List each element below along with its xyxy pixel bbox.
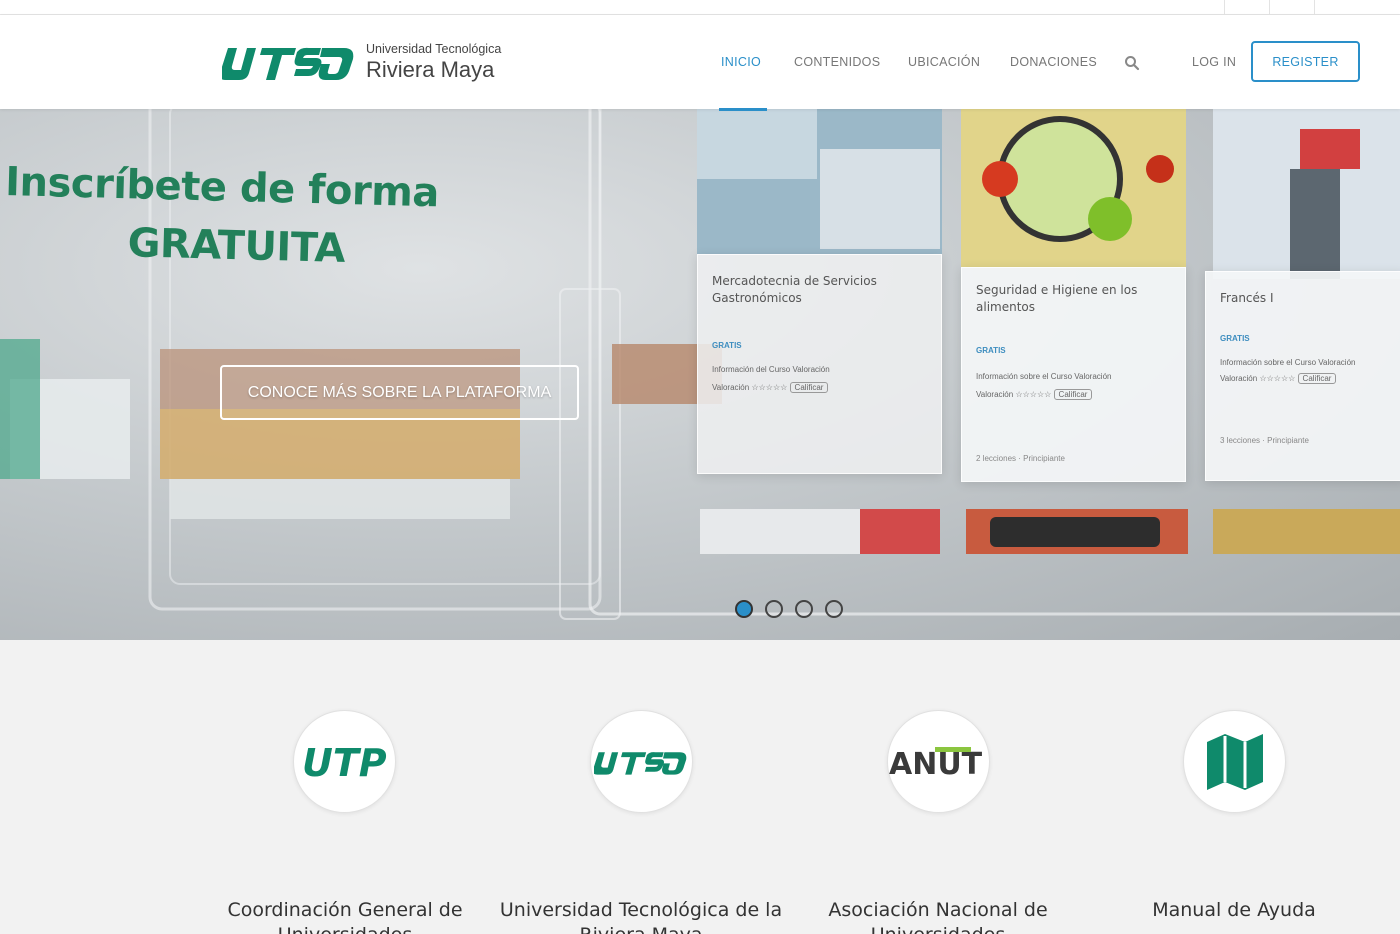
course-card-rating-label: Valoración [712, 383, 750, 392]
course-card-info: Información del Curso Valoración [712, 365, 830, 374]
course-card-info: Información sobre el Curso Valoración [1220, 358, 1356, 367]
course-card-rating-label: Valoración [1220, 374, 1258, 383]
site-logo[interactable]: Universidad Tecnológica Riviera Maya [222, 40, 501, 84]
rate-button[interactable]: Calificar [1297, 373, 1337, 384]
feature-title: Manual de Ayuda [1152, 899, 1316, 921]
utrm-logo-icon [590, 710, 693, 813]
course-card: Francés I GRATIS Información sobre el Cu… [1205, 271, 1400, 481]
register-button[interactable]: REGISTER [1251, 41, 1360, 82]
slider-dot[interactable] [765, 600, 783, 618]
course-card-meta: 2 lecciones · Principiante [976, 454, 1065, 463]
nav-item-inicio[interactable]: INICIO [719, 55, 767, 111]
social-link-slot[interactable] [1314, 0, 1359, 14]
top-utility-bar [0, 0, 1400, 15]
feature-title: Coordinación General de Universidades [227, 899, 463, 934]
slider-dot[interactable] [825, 600, 843, 618]
star-icon: ☆☆☆☆☆ [1259, 374, 1298, 383]
star-icon: ☆☆☆☆☆ [751, 383, 790, 392]
social-link-slot[interactable] [1224, 0, 1269, 14]
course-card: Seguridad e Higiene en los alimentos GRA… [961, 267, 1186, 482]
rate-button[interactable]: Calificar [789, 382, 829, 393]
anut-logo-icon: ANUT [887, 710, 990, 813]
nav-item-donaciones[interactable]: DONACIONES [1010, 55, 1097, 69]
feature-title: Asociación Nacional de Universidades [828, 899, 1048, 934]
course-card-badge: GRATIS [712, 341, 742, 350]
utp-logo-icon: UTP [293, 710, 396, 813]
logo-subtitle: Universidad Tecnológica [366, 42, 502, 57]
map-icon [1183, 710, 1286, 813]
course-card-rating: Valoración ☆☆☆☆☆ Calificar [976, 388, 1093, 402]
course-card-info: Información sobre el Curso Valoración [976, 372, 1112, 381]
hero-headline-line1: Inscríbete de forma [4, 158, 440, 217]
hero-headline: Inscríbete de forma GRATUITA [3, 153, 440, 280]
rate-button[interactable]: Calificar [1053, 389, 1093, 400]
slider-dot[interactable] [795, 600, 813, 618]
utrm-logo-icon [222, 47, 354, 80]
site-header: Universidad Tecnológica Riviera Maya INI… [0, 15, 1400, 111]
course-card-badge: GRATIS [1220, 334, 1250, 343]
login-link[interactable]: LOG IN [1192, 55, 1236, 69]
learn-more-button[interactable]: CONOCE MÁS SOBRE LA PLATAFORMA [220, 365, 579, 420]
star-icon: ☆☆☆☆☆ [1015, 390, 1054, 399]
slider-dot[interactable] [735, 600, 753, 618]
course-card-rating-label: Valoración [976, 390, 1014, 399]
social-link-slot[interactable] [1269, 0, 1314, 14]
utp-logo-text: UTP [302, 742, 387, 782]
course-card-title: Mercadotecnia de Servicios Gastronómicos [712, 274, 877, 306]
course-card-badge: GRATIS [976, 346, 1006, 355]
course-card: Mercadotecnia de Servicios Gastronómicos… [697, 254, 942, 474]
logo-title: Riviera Maya [366, 56, 495, 82]
lessons-count: 3 lecciones [1220, 436, 1261, 445]
feature-title: Universidad Tecnológica de la Riviera Ma… [499, 899, 783, 934]
course-card-title: Seguridad e Higiene en los alimentos [976, 283, 1138, 315]
lessons-count: 2 lecciones [976, 454, 1017, 463]
hero-headline-line2: GRATUITA [127, 220, 346, 272]
slider-pagination [735, 600, 843, 618]
course-level: Principiante [1023, 454, 1065, 463]
nav-item-ubicacion[interactable]: UBICACIÓN [908, 55, 980, 69]
nav-item-contenidos[interactable]: CONTENIDOS [794, 55, 880, 69]
course-card-rating: Valoración ☆☆☆☆☆ Calificar [1220, 372, 1337, 386]
hero-slider: Inscríbete de forma GRATUITA Mercadotecn… [0, 109, 1400, 640]
course-card-title: Francés I [1220, 291, 1274, 305]
course-card-rating: Valoración ☆☆☆☆☆ Calificar [712, 381, 829, 395]
course-card-meta: 3 lecciones · Principiante [1220, 436, 1309, 445]
course-level: Principiante [1267, 436, 1309, 445]
search-icon[interactable] [1124, 55, 1140, 71]
